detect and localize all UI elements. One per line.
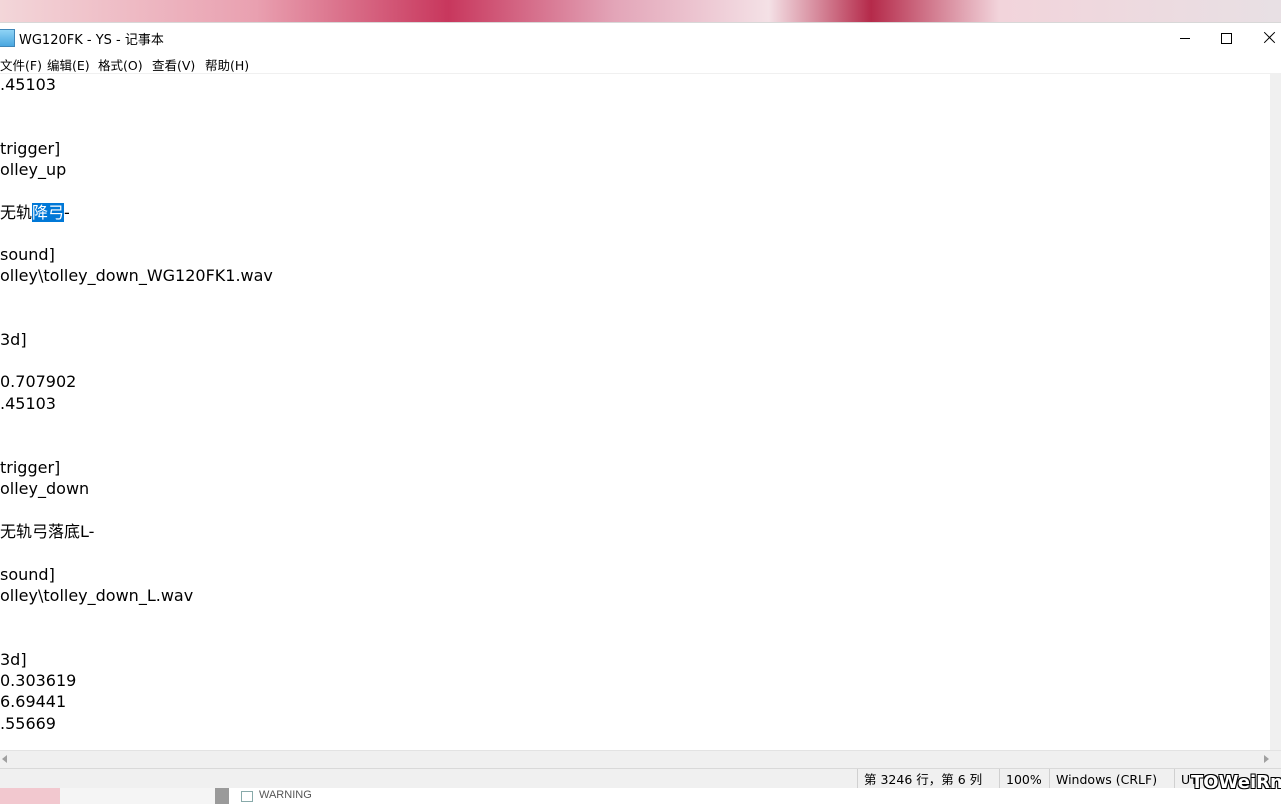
- status-cursor-position: 第 3246 行，第 6 列: [857, 769, 999, 790]
- text-editor[interactable]: .45103 trigger] olley_up 无轨降弓- sound] ol…: [0, 74, 1270, 750]
- explorer-item-label: WARNING: [259, 789, 312, 801]
- watermark: TOWeiRne: [1191, 772, 1281, 793]
- maximize-button[interactable]: [1203, 23, 1249, 53]
- menu-bar: 文件(F) 编辑(E) 格式(O) 查看(V) 帮助(H): [0, 53, 1281, 74]
- editor-line: .45103: [0, 394, 56, 413]
- menu-view[interactable]: 查看(V): [152, 55, 195, 74]
- explorer-divider: [215, 788, 229, 804]
- line-text-after: -: [64, 203, 70, 222]
- minimize-icon: [1180, 38, 1190, 39]
- menu-edit[interactable]: 编辑(E): [47, 55, 90, 74]
- scroll-right-icon[interactable]: [1264, 755, 1269, 763]
- editor-line: 无轨弓落底L-: [0, 522, 95, 541]
- status-line-ending: Windows (CRLF): [1049, 769, 1174, 790]
- maximize-icon: [1221, 33, 1232, 44]
- editor-line: trigger]: [0, 139, 61, 158]
- editor-line: olley_down: [0, 479, 90, 498]
- editor-line: olley\tolley_down_WG120FK1.wav: [0, 266, 273, 285]
- scroll-left-icon[interactable]: [2, 755, 7, 763]
- editor-line: sound]: [0, 565, 55, 584]
- editor-line: 6.69441: [0, 692, 67, 711]
- horizontal-scrollbar[interactable]: [0, 750, 1281, 768]
- menu-file[interactable]: 文件(F): [0, 55, 42, 74]
- selected-text: 降弓: [32, 203, 65, 222]
- close-button[interactable]: [1247, 23, 1281, 53]
- close-icon: [1264, 31, 1276, 43]
- desktop-wallpaper-strip: [0, 788, 60, 804]
- editor-line-with-selection: 无轨降弓-: [0, 202, 70, 223]
- minimize-button[interactable]: [1162, 23, 1208, 53]
- status-bar: 第 3246 行，第 6 列 100% Windows (CRLF) UT: [0, 768, 1281, 790]
- explorer-content-strip: WARNING: [229, 788, 1281, 804]
- explorer-nav-strip: [60, 788, 215, 804]
- window-title: WG120FK - YS - 记事本: [19, 33, 164, 48]
- editor-line: .45103: [0, 75, 56, 94]
- editor-line: 3d]: [0, 330, 27, 349]
- editor-line: .55669: [0, 714, 56, 733]
- file-icon: [241, 791, 253, 802]
- menu-format[interactable]: 格式(O): [98, 55, 143, 74]
- editor-line: olley\tolley_down_L.wav: [0, 586, 194, 605]
- editor-line: olley_up: [0, 160, 67, 179]
- desktop-wallpaper: [0, 0, 1281, 24]
- title-bar[interactable]: WG120FK - YS - 记事本: [0, 23, 1281, 53]
- desktop-behind-window: WARNING: [0, 788, 1281, 804]
- editor-line: 0.707902: [0, 372, 77, 391]
- editor-line: 3d]: [0, 650, 27, 669]
- notepad-icon: [0, 29, 15, 47]
- menu-help[interactable]: 帮助(H): [205, 55, 249, 74]
- editor-line: 0.303619: [0, 671, 77, 690]
- vertical-scrollbar[interactable]: [1270, 74, 1281, 750]
- line-text: 无轨: [0, 203, 33, 222]
- editor-line: sound]: [0, 245, 55, 264]
- editor-line: trigger]: [0, 458, 61, 477]
- status-zoom: 100%: [999, 769, 1049, 790]
- notepad-window: WG120FK - YS - 记事本 文件(F) 编辑(E) 格式(O) 查看(…: [0, 22, 1281, 790]
